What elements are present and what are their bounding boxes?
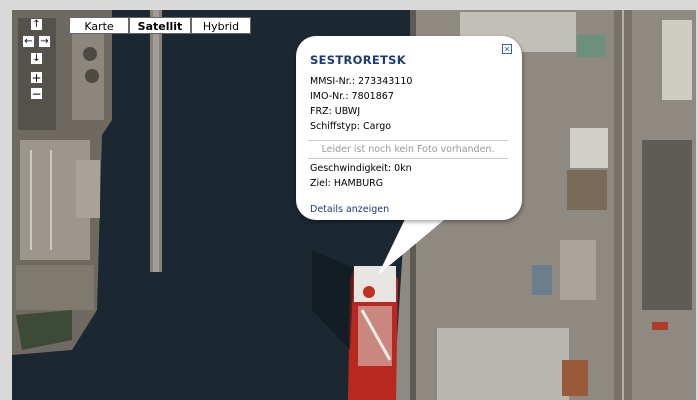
left-tank-1: [83, 47, 97, 61]
left-yard: [16, 265, 94, 310]
containers-3: [562, 360, 588, 396]
zoom-in-button[interactable]: +: [30, 71, 43, 84]
arrow-left-icon: ←: [24, 36, 33, 47]
left-shed: [76, 160, 100, 218]
details-link[interactable]: Details anzeigen: [310, 204, 389, 215]
close-icon[interactable]: ✕: [502, 44, 512, 54]
arrow-right-icon: →: [40, 36, 49, 47]
ship-mmsi: MMSI-Nr.: 273343110: [310, 76, 413, 87]
zoom-out-button[interactable]: −: [30, 87, 43, 100]
pan-up-button[interactable]: ↑: [30, 18, 43, 31]
left-parking-lines: [30, 150, 32, 250]
warehouse-3: [570, 128, 608, 168]
map-type-hybrid-button[interactable]: Hybrid: [191, 17, 251, 34]
cargo-ship-superstructure: [354, 266, 396, 302]
ship-info-window: ✕ SESTRORETSK MMSI-Nr.: 273343110 IMO-Nr…: [296, 36, 522, 220]
road-line: [622, 10, 624, 400]
left-tank-2: [85, 69, 99, 83]
ship-frz: FRZ: UBWJ: [310, 106, 361, 117]
ship-name: SESTRORETSK: [310, 53, 406, 67]
cargo-ship-funnel: [363, 286, 375, 298]
map-type-karte-button[interactable]: Karte: [69, 17, 129, 34]
pan-down-button[interactable]: ↓: [30, 52, 43, 65]
map-frame: Karte Satellit Hybrid ↑ ← → ↓ + − ✕ SEST…: [0, 0, 698, 400]
ship-imo: IMO-Nr.: 7801867: [310, 91, 394, 102]
containers-1: [577, 35, 605, 57]
warehouse-4: [560, 240, 596, 300]
photo-placeholder: Leider ist noch kein Foto vorhanden.: [308, 140, 508, 159]
arrow-up-icon: ↑: [32, 19, 41, 30]
ship-speed: Geschwindigkeit: 0kn: [310, 163, 412, 174]
red-container: [652, 322, 668, 330]
ship-type: Schiffstyp: Cargo: [310, 121, 392, 132]
map-type-satellit-button[interactable]: Satellit: [129, 17, 191, 34]
pan-right-button[interactable]: →: [38, 35, 51, 48]
ship-destination: Ziel: HAMBURG: [310, 178, 384, 189]
plus-icon: +: [31, 71, 42, 85]
right-block-1: [642, 140, 692, 310]
satellite-map[interactable]: Karte Satellit Hybrid ↑ ← → ↓ + − ✕ SEST…: [12, 10, 696, 400]
arrow-down-icon: ↓: [32, 53, 41, 64]
containers-2: [567, 170, 607, 210]
minus-icon: −: [31, 87, 42, 101]
right-block-2: [662, 20, 692, 100]
pan-left-button[interactable]: ←: [22, 35, 35, 48]
warehouse-2: [437, 328, 569, 400]
containers-4: [532, 265, 552, 295]
